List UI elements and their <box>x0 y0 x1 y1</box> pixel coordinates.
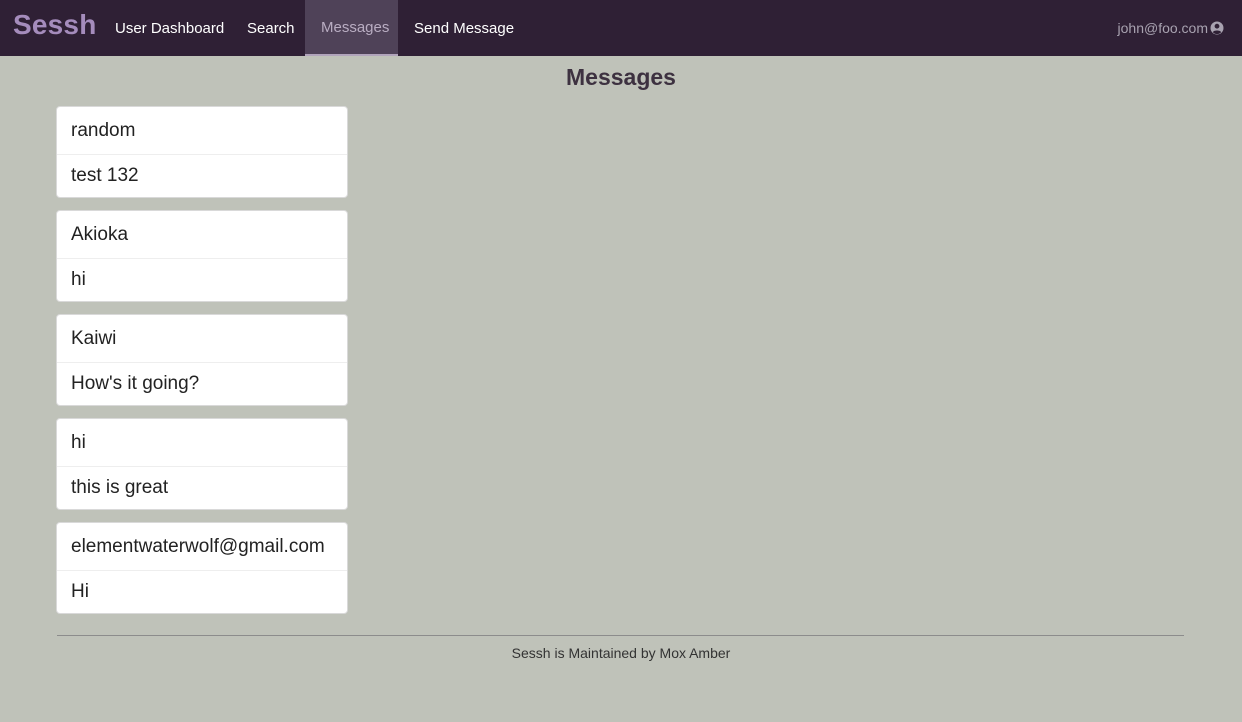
message-sender: Kaiwi <box>57 315 347 363</box>
nav-item-search[interactable]: Search <box>231 0 311 56</box>
user-circle-icon <box>1210 21 1224 35</box>
message-sender: elementwaterwolf@gmail.com <box>57 523 347 571</box>
message-card[interactable]: hi this is great <box>56 418 348 510</box>
user-email: john@foo.com <box>1117 20 1208 36</box>
brand-logo[interactable]: Sessh <box>13 9 97 41</box>
message-body: hi <box>71 269 86 290</box>
footer-text: Sessh is Maintained by Mox Amber <box>511 645 731 661</box>
message-sender: Akioka <box>57 211 347 259</box>
nav-item-messages[interactable]: Messages <box>305 0 398 56</box>
message-body: How's it going? <box>71 373 200 394</box>
nav-item-user-dashboard[interactable]: User Dashboard <box>99 0 240 56</box>
nav-item-send-message[interactable]: Send Message <box>398 0 530 56</box>
user-menu[interactable]: john@foo.com <box>1118 0 1224 56</box>
message-card[interactable]: elementwaterwolf@gmail.com Hi <box>56 522 348 614</box>
message-body: test 132 <box>71 165 139 186</box>
footer-divider <box>57 635 1184 636</box>
message-body: Hi <box>71 581 89 602</box>
message-list: random test 132 Akioka hi Kaiwi How's it… <box>56 106 348 626</box>
message-sender: hi <box>57 419 347 467</box>
navbar: Sessh User Dashboard Search Messages Sen… <box>0 0 1242 56</box>
page-title: Messages <box>566 64 676 90</box>
message-card[interactable]: Akioka hi <box>56 210 348 302</box>
message-card[interactable]: Kaiwi How's it going? <box>56 314 348 406</box>
message-body: this is great <box>71 477 169 498</box>
message-card[interactable]: random test 132 <box>56 106 348 198</box>
message-sender: random <box>57 107 347 155</box>
